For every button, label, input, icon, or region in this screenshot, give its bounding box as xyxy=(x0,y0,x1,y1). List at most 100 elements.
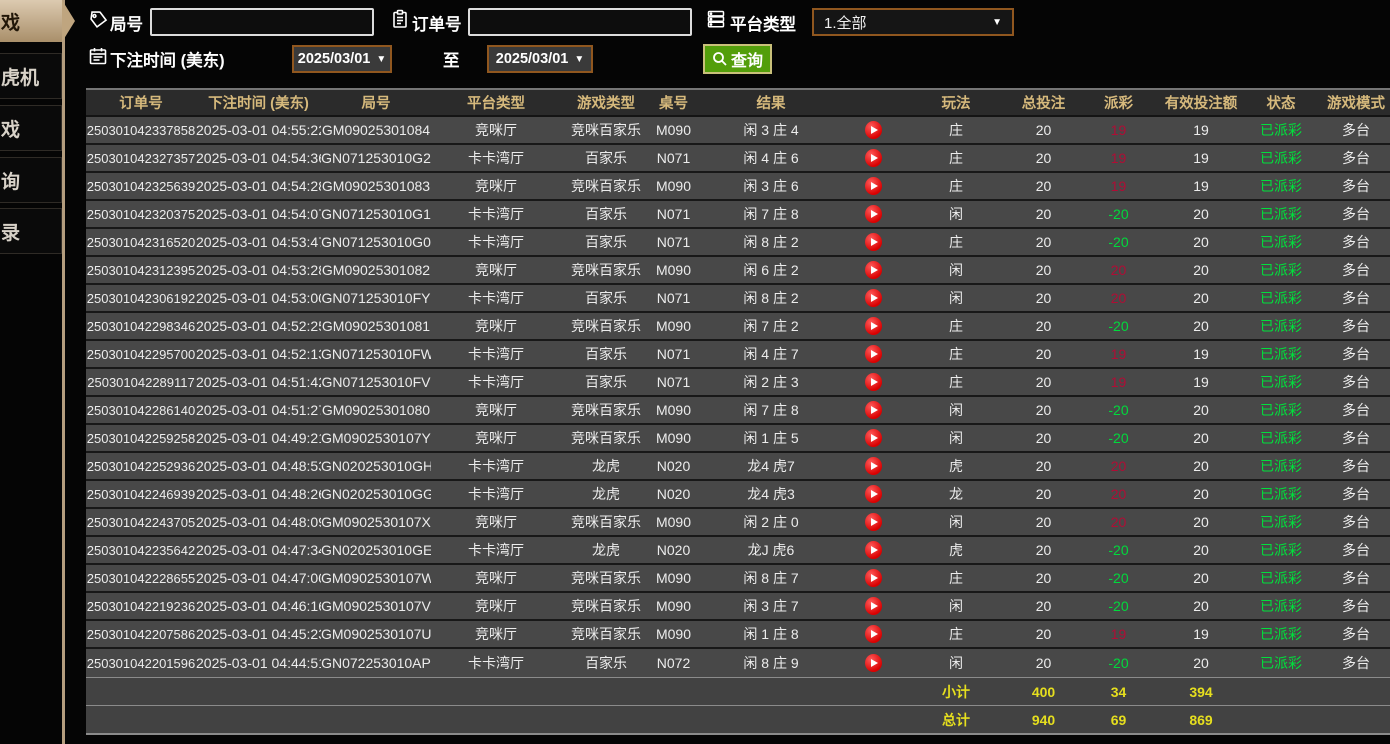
date-from-value: 2025/03/01 xyxy=(297,51,371,67)
cell-order-no: 250301042298346 xyxy=(86,318,196,334)
table-body: 250301042337858 2025-03-01 04:55:22 GM09… xyxy=(86,117,1390,677)
table-row: 250301042207586 2025-03-01 04:45:23 GM09… xyxy=(86,621,1390,649)
cell-platform: 竞咪厅 xyxy=(475,178,517,194)
cell-status: 已派彩 xyxy=(1260,234,1302,250)
play-video-icon[interactable] xyxy=(865,261,882,279)
cell-round-no: GM0902530107Y xyxy=(321,430,431,446)
cell-platform: 竞咪厅 xyxy=(475,402,517,418)
play-video-icon[interactable] xyxy=(865,513,882,531)
cell-status: 已派彩 xyxy=(1260,430,1302,446)
play-video-icon[interactable] xyxy=(865,401,882,419)
sidebar-item-game[interactable]: 戏 xyxy=(0,105,62,151)
table-row: 250301042312395 2025-03-01 04:53:28 GM09… xyxy=(86,257,1390,285)
play-video-icon[interactable] xyxy=(865,654,882,672)
cell-result: 闲 2 庄 0 xyxy=(743,514,799,530)
cell-game-mode: 多台 xyxy=(1342,178,1370,194)
cell-table-no: N072 xyxy=(656,655,691,671)
cell-status: 已派彩 xyxy=(1260,542,1302,558)
cell-game-mode: 多台 xyxy=(1342,542,1370,558)
col-header-play: 玩法 xyxy=(941,96,971,112)
cell-platform: 卡卡湾厅 xyxy=(468,374,524,390)
play-video-icon[interactable] xyxy=(865,149,882,167)
cell-total-bet: 20 xyxy=(1035,626,1052,642)
sidebar-item-label: 询 xyxy=(1,171,21,193)
cell-total-bet: 20 xyxy=(1035,374,1052,390)
play-video-icon[interactable] xyxy=(865,429,882,447)
game-id-input[interactable] xyxy=(150,8,374,36)
order-no-input[interactable] xyxy=(468,8,692,36)
cell-payout: 20 xyxy=(1110,458,1127,474)
cell-play-type: 虎 xyxy=(949,542,963,558)
cell-result: 龙J 虎6 xyxy=(747,542,795,558)
cell-valid-bet: 19 xyxy=(1193,374,1209,390)
sidebar-item-live-game[interactable]: 戏 xyxy=(0,0,75,42)
magnifier-icon xyxy=(713,52,727,66)
grand-total-valid-bet: 869 xyxy=(1189,711,1213,728)
cell-round-no: GN071253010FW xyxy=(321,346,431,362)
play-video-icon[interactable] xyxy=(865,597,882,615)
cell-round-no: GN071253010G0 xyxy=(321,234,431,250)
cell-payout: -20 xyxy=(1108,206,1129,222)
cell-result: 闲 1 庄 5 xyxy=(743,430,799,446)
grand-total-total-bet: 940 xyxy=(1031,711,1056,728)
cell-game-type: 竞咪百家乐 xyxy=(571,430,641,446)
cell-status: 已派彩 xyxy=(1260,178,1302,194)
cell-game-type: 百家乐 xyxy=(585,206,627,222)
cell-result: 闲 7 庄 2 xyxy=(743,318,799,334)
sidebar-item-records[interactable]: 录 xyxy=(0,208,62,254)
cell-round-no: GM09025301084 xyxy=(321,122,431,138)
cell-game-mode: 多台 xyxy=(1342,598,1370,614)
play-video-icon[interactable] xyxy=(865,457,882,475)
cell-result: 闲 8 庄 9 xyxy=(743,655,799,671)
cell-table-no: N020 xyxy=(656,486,691,502)
col-header-mode: 游戏模式 xyxy=(1327,96,1385,112)
col-header-time: 下注时间 (美东) xyxy=(208,96,309,112)
cell-game-mode: 多台 xyxy=(1342,655,1370,671)
cell-table-no: M090 xyxy=(655,122,692,138)
play-video-icon[interactable] xyxy=(865,289,882,307)
platform-type-select[interactable]: 1.全部 ▼ xyxy=(812,8,1014,36)
cell-total-bet: 20 xyxy=(1035,290,1052,306)
sidebar-item-slots[interactable]: 虎机 xyxy=(0,53,62,99)
cell-game-type: 竞咪百家乐 xyxy=(571,570,641,586)
table-row: 250301042246939 2025-03-01 04:48:26 GN02… xyxy=(86,481,1390,509)
search-button[interactable]: 查询 xyxy=(703,44,772,74)
cell-game-type: 百家乐 xyxy=(585,655,627,671)
play-video-icon[interactable] xyxy=(865,485,882,503)
cell-status: 已派彩 xyxy=(1260,318,1302,334)
cell-game-mode: 多台 xyxy=(1342,402,1370,418)
play-video-icon[interactable] xyxy=(865,121,882,139)
play-video-icon[interactable] xyxy=(865,205,882,223)
play-video-icon[interactable] xyxy=(865,177,882,195)
table-row: 250301042325639 2025-03-01 04:54:28 GM09… xyxy=(86,173,1390,201)
table-header-row: 订单号 下注时间 (美东) 局号 平台类型 游戏类型 桌号 结果 玩法 总投注 … xyxy=(86,90,1390,117)
cell-payout: 19 xyxy=(1110,626,1127,642)
cell-play-type: 龙 xyxy=(949,486,963,502)
play-video-icon[interactable] xyxy=(865,317,882,335)
table-row: 250301042201596 2025-03-01 04:44:51 GN07… xyxy=(86,649,1390,677)
cell-game-type: 百家乐 xyxy=(585,374,627,390)
play-video-icon[interactable] xyxy=(865,541,882,559)
play-video-icon[interactable] xyxy=(865,345,882,363)
cell-result: 闲 4 庄 6 xyxy=(743,150,799,166)
date-to-picker[interactable]: 2025/03/01 ▼ xyxy=(487,45,593,73)
play-video-icon[interactable] xyxy=(865,373,882,391)
cell-valid-bet: 19 xyxy=(1193,178,1209,194)
cell-order-no: 250301042337858 xyxy=(86,122,196,138)
play-video-icon[interactable] xyxy=(865,625,882,643)
sidebar-item-query[interactable]: 询 xyxy=(0,157,62,203)
cell-bet-time: 2025-03-01 04:46:16 xyxy=(196,598,321,614)
play-video-icon[interactable] xyxy=(865,233,882,251)
play-video-icon[interactable] xyxy=(865,569,882,587)
active-tab-arrow-icon xyxy=(62,0,75,42)
cell-total-bet: 20 xyxy=(1035,262,1052,278)
table-row: 250301042298346 2025-03-01 04:52:25 GM09… xyxy=(86,313,1390,341)
date-from-picker[interactable]: 2025/03/01 ▼ xyxy=(292,45,392,73)
cell-payout: 19 xyxy=(1110,374,1127,390)
cell-valid-bet: 20 xyxy=(1193,206,1209,222)
cell-table-no: M090 xyxy=(655,262,692,278)
cell-play-type: 庄 xyxy=(949,234,963,250)
cell-table-no: N071 xyxy=(656,374,691,390)
table-row: 250301042289117 2025-03-01 04:51:42 GN07… xyxy=(86,369,1390,397)
col-header-valid: 有效投注额 xyxy=(1164,96,1238,112)
